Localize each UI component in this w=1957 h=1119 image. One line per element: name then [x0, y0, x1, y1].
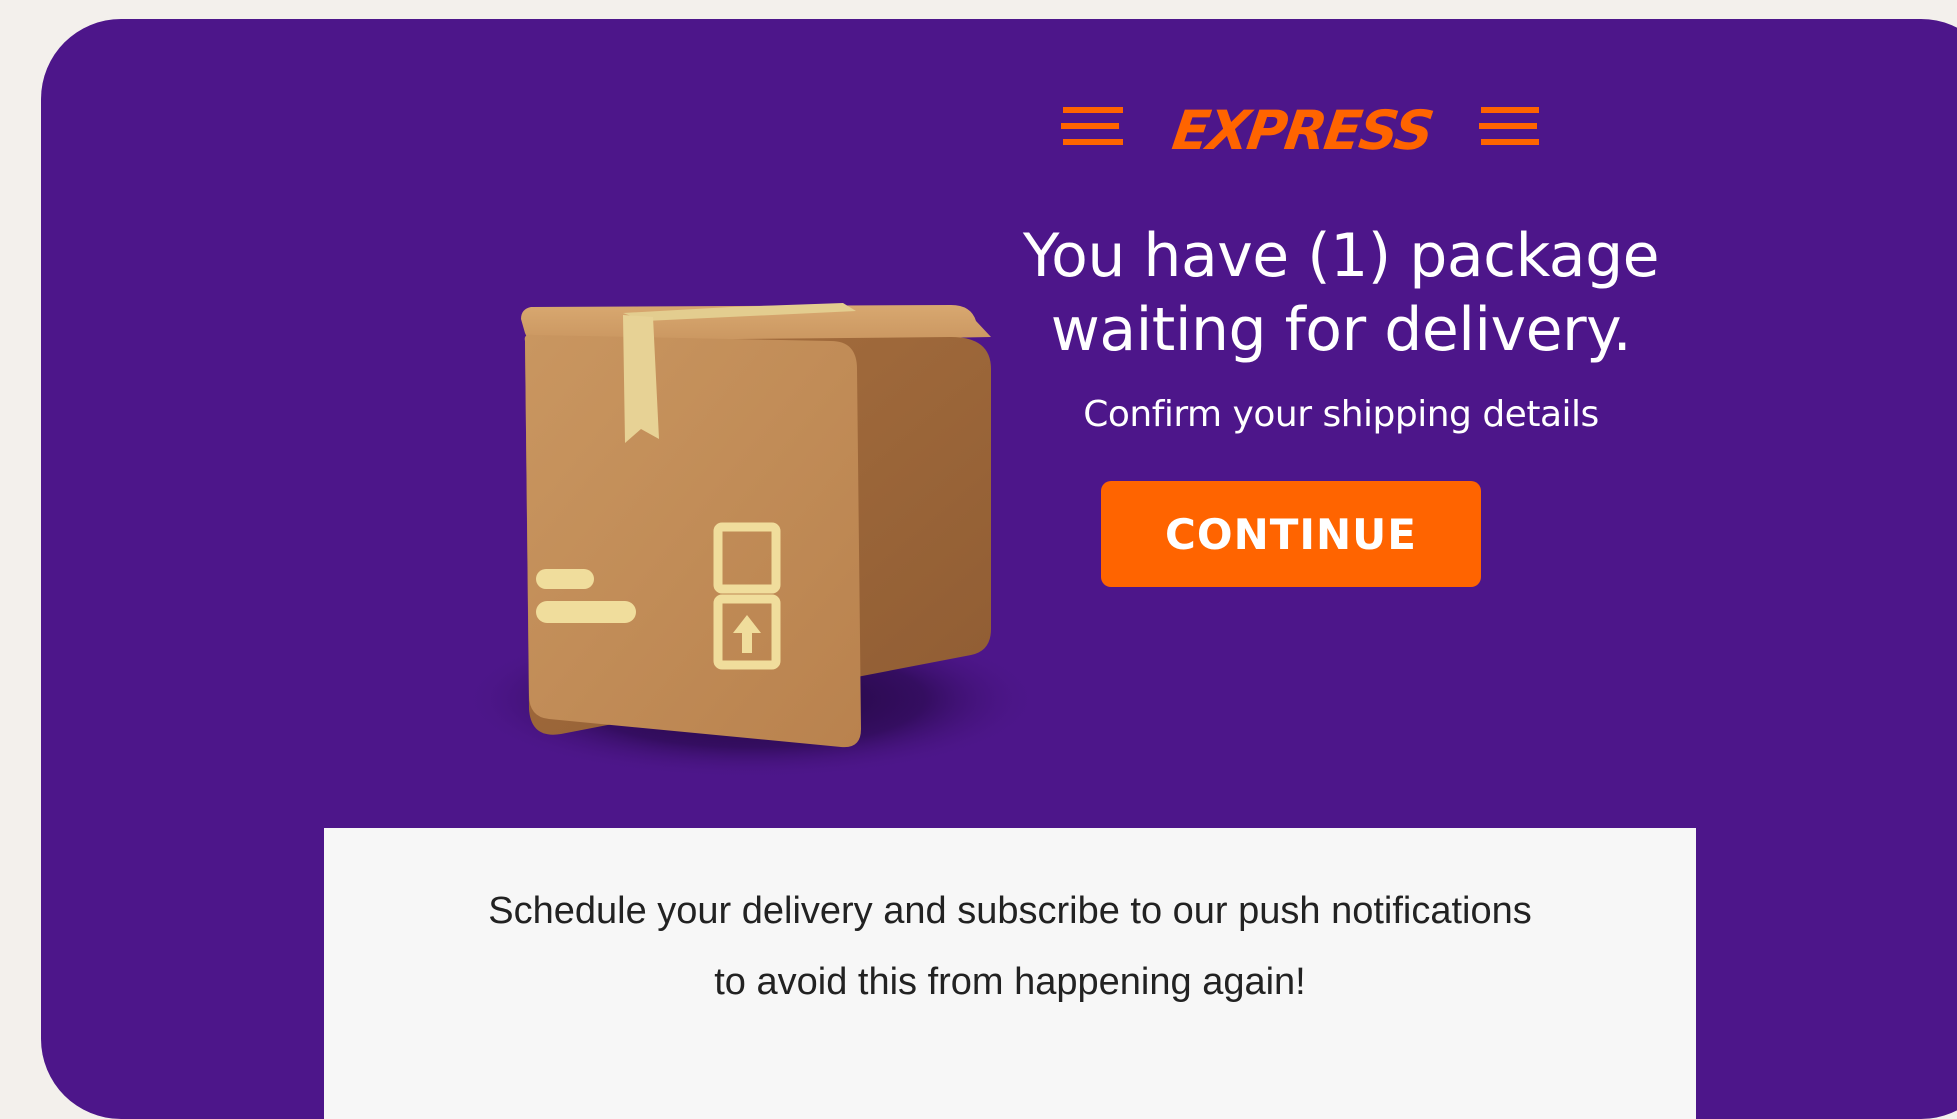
page-title: You have (1) package waiting for deliver… [951, 219, 1731, 367]
express-logo: EXPRESS [1061, 99, 1539, 159]
footer-message-panel: Schedule your delivery and subscribe to … [324, 828, 1696, 1119]
cardboard-box-icon [461, 303, 1041, 779]
headline-line-1: You have (1) package [1022, 221, 1660, 291]
footer-message: Schedule your delivery and subscribe to … [324, 876, 1696, 1018]
headline-line-2: waiting for delivery. [1050, 295, 1632, 365]
promo-card: EXPRESS You have (1) package waiting for… [41, 19, 1957, 1119]
continue-button[interactable]: CONTINUE [1101, 481, 1481, 587]
footer-line-2: to avoid this from happening again! [714, 961, 1306, 1003]
footer-line-1: Schedule your delivery and subscribe to … [488, 890, 1532, 932]
subtitle: Confirm your shipping details [1083, 394, 1599, 435]
logo-text: EXPRESS [1169, 99, 1436, 159]
